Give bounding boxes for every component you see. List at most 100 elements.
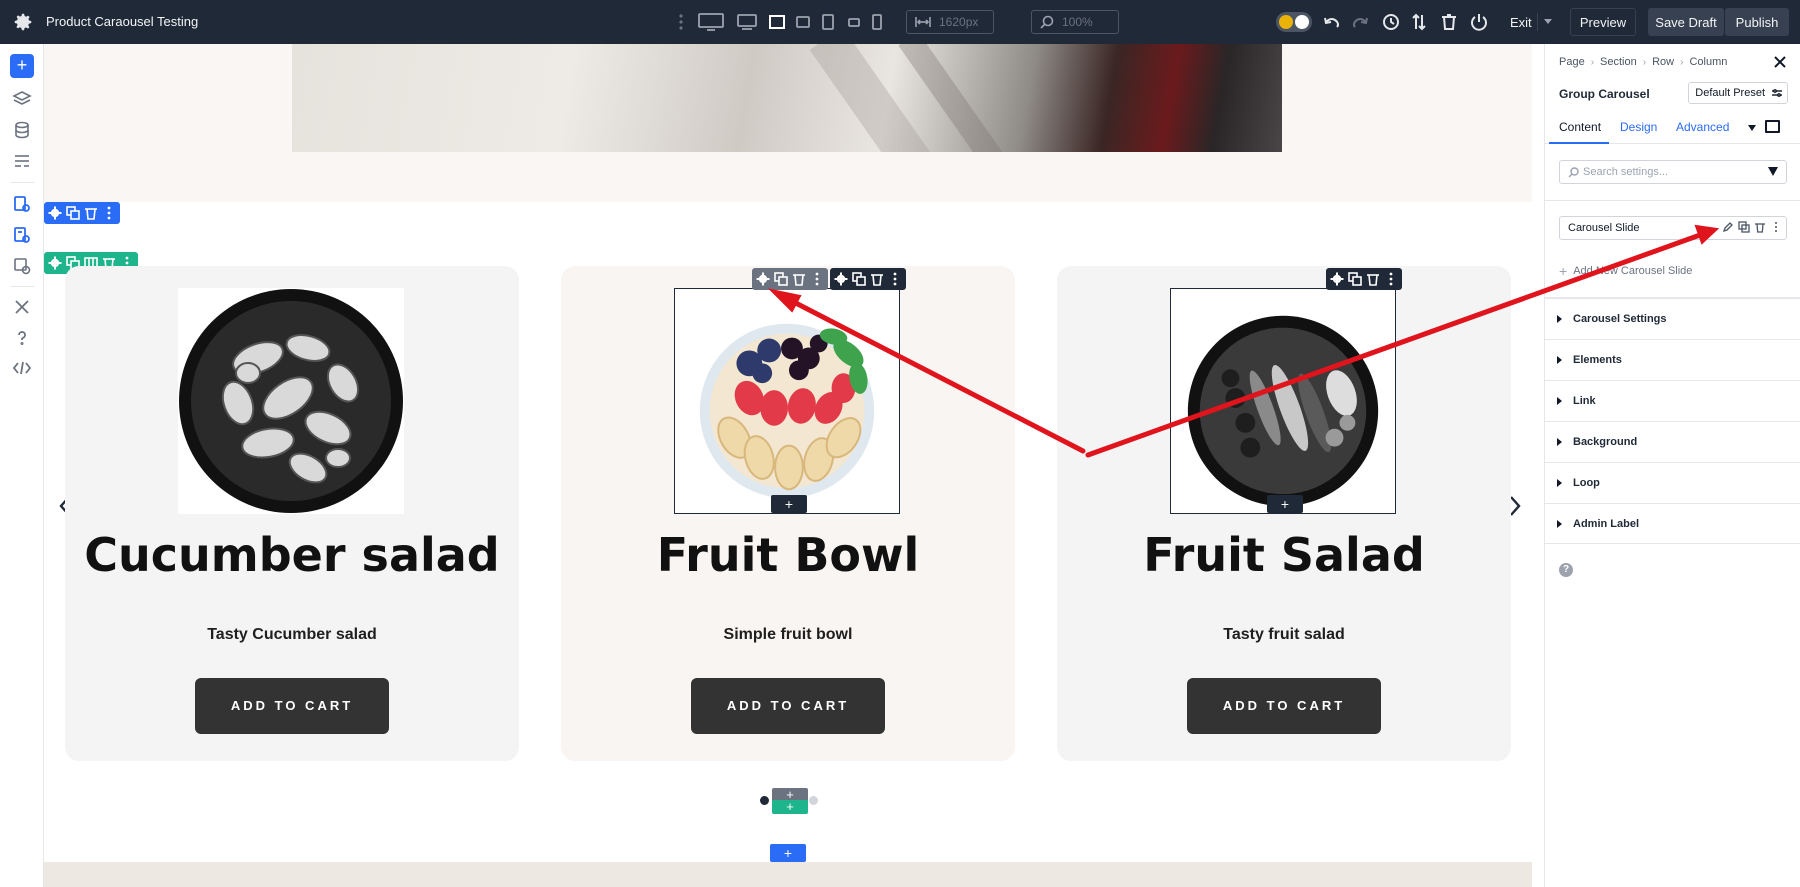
phone-landscape-icon[interactable] <box>820 12 836 32</box>
carousel-slide[interactable]: + Fruit Salad Tasty fruit salad ADD TO C… <box>1057 266 1511 761</box>
publish-button[interactable]: Publish <box>1725 8 1789 36</box>
tab-advanced[interactable]: Advanced <box>1676 120 1729 134</box>
gear-icon[interactable] <box>834 272 848 286</box>
tablet-landscape-icon[interactable] <box>767 12 787 32</box>
trash-icon[interactable] <box>84 206 98 220</box>
add-module-button[interactable]: + <box>771 495 807 513</box>
section-loop[interactable]: Loop <box>1545 462 1800 503</box>
preset-select[interactable]: Default Preset <box>1688 82 1788 104</box>
history-icon[interactable] <box>1381 12 1401 32</box>
trash-icon[interactable] <box>792 272 806 286</box>
add-module-button[interactable]: + <box>1267 495 1303 513</box>
section-admin-label[interactable]: Admin Label <box>1545 503 1800 544</box>
database-icon[interactable] <box>12 120 32 140</box>
settings-gear-icon[interactable] <box>12 11 34 33</box>
chevron-down-icon[interactable] <box>1748 125 1756 131</box>
trash-icon[interactable] <box>1366 272 1380 286</box>
sort-icon[interactable] <box>1409 12 1429 32</box>
more-icon[interactable] <box>1384 272 1398 286</box>
phone-portrait-icon[interactable] <box>846 12 862 32</box>
save-draft-button[interactable]: Save Draft <box>1648 8 1724 36</box>
code-icon[interactable] <box>12 358 32 378</box>
width-field[interactable]: 1620px <box>906 10 994 34</box>
add-slide-label: Add New Carousel Slide <box>1573 265 1693 277</box>
tablet-portrait-icon[interactable] <box>794 12 812 32</box>
add-to-cart-button[interactable]: ADD TO CART <box>691 678 885 734</box>
carousel-slide-item[interactable]: Carousel Slide <box>1559 216 1787 240</box>
active-tab-indicator <box>1549 142 1609 144</box>
layers-icon[interactable] <box>12 89 32 109</box>
add-carousel-slide-button[interactable]: + Add New Carousel Slide <box>1559 263 1692 279</box>
laptop-icon[interactable] <box>735 12 759 32</box>
product-image[interactable] <box>178 288 404 514</box>
layout-icon[interactable] <box>12 151 32 171</box>
tab-design[interactable]: Design <box>1620 120 1657 134</box>
edit-icon[interactable] <box>1722 221 1734 233</box>
product-image[interactable]: + <box>1170 288 1396 514</box>
add-row-button[interactable]: + <box>770 844 806 862</box>
preview-button[interactable]: Preview <box>1570 8 1636 36</box>
caret-right-icon <box>1557 438 1562 446</box>
zoom-field[interactable]: 100% <box>1031 10 1119 34</box>
hero-image[interactable] <box>292 44 1282 152</box>
undo-icon[interactable] <box>1322 12 1342 32</box>
duplicate-icon[interactable] <box>1738 221 1750 233</box>
more-icon[interactable] <box>102 206 116 220</box>
add-to-cart-button[interactable]: ADD TO CART <box>195 678 389 734</box>
section-elements[interactable]: Elements <box>1545 339 1800 380</box>
chevron-down-icon[interactable] <box>1544 19 1552 24</box>
section-label: Link <box>1573 395 1596 407</box>
duplicate-icon[interactable] <box>1348 272 1362 286</box>
help-icon[interactable]: ? <box>1559 563 1573 577</box>
add-to-cart-button[interactable]: ADD TO CART <box>1187 678 1381 734</box>
breadcrumb-column[interactable]: Column <box>1689 56 1727 68</box>
add-icon[interactable]: + <box>10 54 34 78</box>
page-templates-icon[interactable] <box>12 225 32 245</box>
page-settings-icon[interactable] <box>12 194 32 214</box>
section-label: Carousel Settings <box>1573 313 1667 325</box>
pagination-dot[interactable] <box>809 796 818 805</box>
breadcrumb-page[interactable]: Page <box>1559 56 1585 68</box>
power-icon[interactable] <box>1469 12 1489 32</box>
exit-label: Exit <box>1510 14 1532 30</box>
duplicate-icon[interactable] <box>66 206 80 220</box>
exit-button[interactable]: Exit <box>1500 9 1558 35</box>
product-image[interactable]: + <box>674 288 900 514</box>
desktop-icon[interactable] <box>697 12 725 32</box>
phone-icon[interactable] <box>870 12 884 32</box>
chevron-right-icon: › <box>1642 56 1647 68</box>
settings-search-input[interactable]: Search settings... <box>1559 160 1787 184</box>
gear-icon[interactable] <box>756 272 770 286</box>
filter-icon[interactable] <box>1768 167 1778 176</box>
carousel-slide[interactable]: + Fruit Bowl Simple fruit bowl ADD TO CA… <box>561 266 1015 761</box>
close-icon[interactable] <box>1772 54 1788 70</box>
redo-icon[interactable] <box>1350 12 1370 32</box>
section-link[interactable]: Link <box>1545 380 1800 421</box>
page-title: Product Caraousel Testing <box>46 14 199 29</box>
gear-icon[interactable] <box>48 256 62 270</box>
trash-icon[interactable] <box>1754 221 1766 233</box>
tab-content[interactable]: Content <box>1559 120 1601 134</box>
trash-icon[interactable] <box>1439 12 1459 32</box>
theme-builder-icon[interactable] <box>12 256 32 276</box>
more-icon[interactable] <box>1770 221 1782 233</box>
gear-icon[interactable] <box>1330 272 1344 286</box>
duplicate-icon[interactable] <box>774 272 788 286</box>
section-background[interactable]: Background <box>1545 421 1800 462</box>
theme-toggle-icon[interactable] <box>1276 12 1312 32</box>
carousel-slide[interactable]: Cucumber salad Tasty Cucumber salad ADD … <box>65 266 519 761</box>
gear-icon[interactable] <box>48 206 62 220</box>
kebab-icon[interactable] <box>676 12 686 32</box>
trash-icon[interactable] <box>870 272 884 286</box>
breadcrumb-section[interactable]: Section <box>1600 56 1637 68</box>
help-icon[interactable] <box>12 328 32 348</box>
section-carousel-settings[interactable]: Carousel Settings <box>1545 298 1800 339</box>
pagination-dot-active[interactable] <box>760 796 769 805</box>
add-column-button[interactable]: + <box>772 800 808 814</box>
more-icon[interactable] <box>810 272 824 286</box>
duplicate-icon[interactable] <box>852 272 866 286</box>
tools-icon[interactable] <box>12 297 32 317</box>
breadcrumb-row[interactable]: Row <box>1652 56 1674 68</box>
expand-panel-icon[interactable] <box>1765 120 1780 133</box>
more-icon[interactable] <box>888 272 902 286</box>
